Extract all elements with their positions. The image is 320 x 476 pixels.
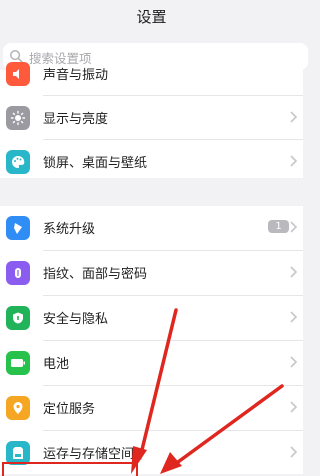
system-update-icon [6, 216, 30, 240]
chevron-right-icon [290, 155, 298, 167]
fingerprint-icon [6, 261, 30, 285]
settings-item-lockscreen[interactable]: 锁屏、桌面与壁纸 [0, 140, 303, 184]
palette-icon [6, 150, 30, 174]
speaker-icon [6, 62, 30, 86]
chevron-right-icon [290, 356, 298, 368]
settings-item-label: 系统升级 [43, 222, 96, 237]
settings-item-label: 定位服务 [43, 402, 96, 417]
shield-icon [6, 306, 30, 330]
settings-item-sound[interactable]: 声音与振动 [0, 52, 303, 96]
settings-item-label: 安全与隐私 [43, 312, 109, 327]
update-count-badge: 1 [268, 220, 289, 233]
settings-item-display[interactable]: 显示与亮度 [0, 96, 303, 140]
settings-item-system-update[interactable]: 系统升级 1 [0, 206, 303, 250]
settings-group-display: 声音与振动 显示与亮度 锁屏、桌面与壁纸 [0, 62, 303, 178]
settings-group-system: 系统升级 1 指纹、面部与密码 安全与隐私 电池 定位服务 运存与存储空间 [0, 206, 303, 474]
sun-icon [6, 106, 30, 130]
settings-item-battery[interactable]: 电池 [0, 341, 303, 385]
page-title: 设置 [136, 8, 167, 26]
settings-item-label: 声音与振动 [43, 68, 109, 83]
chevron-right-icon [290, 221, 298, 233]
settings-item-security[interactable]: 安全与隐私 [0, 296, 303, 340]
chevron-right-icon [290, 266, 298, 278]
settings-item-label: 电池 [43, 357, 70, 372]
chevron-right-icon [290, 446, 298, 458]
settings-item-fingerprint[interactable]: 指纹、面部与密码 [0, 251, 303, 295]
settings-item-location[interactable]: 定位服务 [0, 386, 303, 430]
chevron-right-icon [290, 111, 298, 123]
chevron-right-icon [290, 311, 298, 323]
settings-item-label: 显示与亮度 [43, 112, 109, 127]
settings-item-label: 指纹、面部与密码 [43, 267, 148, 282]
battery-icon [6, 351, 30, 375]
top-bar: 设置 [0, 0, 303, 36]
location-icon [6, 396, 30, 420]
settings-item-label: 运存与存储空间 [43, 447, 135, 462]
settings-item-label: 锁屏、桌面与壁纸 [43, 156, 148, 171]
chevron-right-icon [290, 401, 298, 413]
